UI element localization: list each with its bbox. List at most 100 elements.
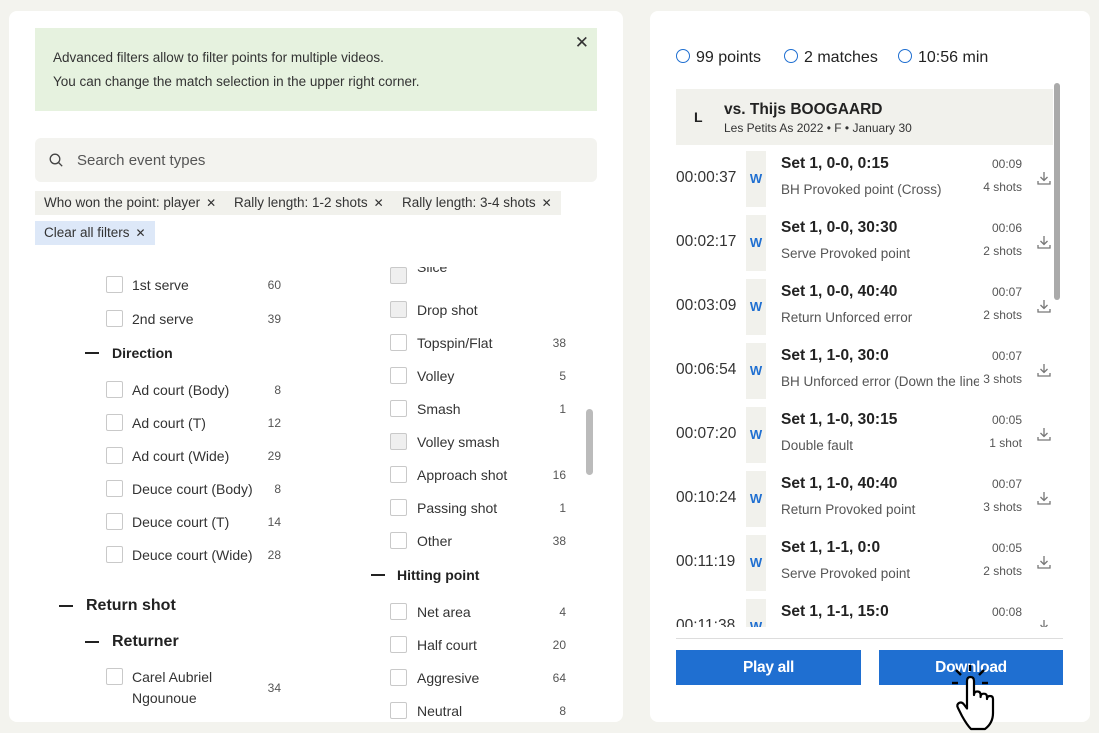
winner-badge: W xyxy=(746,535,766,591)
filter-count: 38 xyxy=(552,336,566,350)
checkbox[interactable] xyxy=(106,480,123,497)
point-time: 00:03:09 xyxy=(676,297,737,314)
winner-badge: W xyxy=(746,151,766,207)
filter-label: 1st serve xyxy=(132,277,189,293)
filter-label: Ad court (T) xyxy=(132,415,206,431)
filter-label: Neutral xyxy=(417,703,463,719)
point-shots: 1 shot xyxy=(989,436,1022,450)
point-desc: Return Provoked point xyxy=(781,502,916,517)
clear-all-filters-button[interactable]: Clear all filters ✕ xyxy=(35,221,155,245)
collapse-icon[interactable] xyxy=(59,605,73,607)
checkbox[interactable] xyxy=(390,702,407,719)
checkbox[interactable] xyxy=(106,381,123,398)
filter-label: Aggresive xyxy=(417,670,480,686)
checkbox[interactable] xyxy=(106,310,123,327)
search-input[interactable] xyxy=(77,138,577,182)
checkbox[interactable] xyxy=(390,603,407,620)
download-icon[interactable] xyxy=(1036,362,1052,378)
info-line-1: Advanced filters allow to filter points … xyxy=(53,50,384,65)
download-icon[interactable] xyxy=(1036,490,1052,506)
point-duration: 00:09 xyxy=(991,157,1022,171)
point-score: Set 1, 1-0, 30:0 xyxy=(781,347,889,364)
point-shots: 3 shots xyxy=(983,500,1022,514)
checkbox[interactable] xyxy=(390,400,407,417)
filter-label: Net area xyxy=(417,604,471,620)
checkbox[interactable] xyxy=(106,513,123,530)
list-item[interactable]: 00:11:19 W Set 1, 1-1, 0:0 Serve Provoke… xyxy=(676,529,1056,593)
checkbox[interactable] xyxy=(106,668,123,685)
point-time: 00:06:54 xyxy=(676,361,737,378)
download-icon[interactable] xyxy=(1036,554,1052,570)
collapse-icon[interactable] xyxy=(371,574,385,576)
point-desc: BH Provoked point (Cross) xyxy=(781,182,942,197)
checkbox[interactable] xyxy=(390,367,407,384)
hand-cursor-icon xyxy=(952,665,995,731)
scrollbar[interactable] xyxy=(1054,83,1060,300)
point-duration: 00:07 xyxy=(991,285,1022,299)
checkbox[interactable] xyxy=(106,447,123,464)
checkbox[interactable] xyxy=(390,334,407,351)
chip-label: Rally length: 3-4 shots xyxy=(402,195,536,210)
checkbox[interactable] xyxy=(390,267,407,284)
checkbox[interactable] xyxy=(390,532,407,549)
list-item[interactable]: 00:02:17 W Set 1, 0-0, 30:30 Serve Provo… xyxy=(676,209,1056,273)
point-time: 00:11:19 xyxy=(676,553,736,570)
filter-count: 64 xyxy=(552,671,566,685)
point-time: 00:02:17 xyxy=(676,233,737,250)
checkbox[interactable] xyxy=(390,636,407,653)
point-time: 00:07:20 xyxy=(676,425,737,442)
filter-label: Ad court (Body) xyxy=(132,382,230,398)
filter-count: 34 xyxy=(267,681,281,695)
filter-count: 14 xyxy=(267,515,281,529)
list-item[interactable]: 00:00:37 W Set 1, 0-0, 0:15 BH Provoked … xyxy=(676,145,1056,209)
collapse-icon[interactable] xyxy=(85,641,99,643)
point-shots: 3 shots xyxy=(983,372,1022,386)
remove-chip-icon[interactable]: ✕ xyxy=(374,196,384,210)
point-shots: 4 shots xyxy=(983,180,1022,194)
download-icon[interactable] xyxy=(1036,298,1052,314)
group-header-hitting-point: Hitting point xyxy=(397,567,480,583)
close-icon[interactable]: ✕ xyxy=(575,33,589,53)
checkbox[interactable] xyxy=(106,276,123,293)
download-icon[interactable] xyxy=(1036,170,1052,186)
close-icon[interactable]: ✕ xyxy=(136,226,146,240)
checkbox[interactable] xyxy=(390,466,407,483)
point-duration: 00:05 xyxy=(991,541,1022,555)
filter-count: 20 xyxy=(552,638,566,652)
checkbox[interactable] xyxy=(106,546,123,563)
info-line-2: You can change the match selection in th… xyxy=(53,74,420,89)
download-icon[interactable] xyxy=(1036,618,1052,627)
list-item[interactable]: 00:07:20 W Set 1, 1-0, 30:15 Double faul… xyxy=(676,401,1056,465)
checkbox[interactable] xyxy=(390,499,407,516)
winner-badge: W xyxy=(746,599,766,627)
list-item[interactable]: 00:10:24 W Set 1, 1-0, 40:40 Return Prov… xyxy=(676,465,1056,529)
point-duration: 00:05 xyxy=(991,413,1022,427)
info-banner: Advanced filters allow to filter points … xyxy=(35,28,597,111)
group-header-direction: Direction xyxy=(112,345,173,361)
remove-chip-icon[interactable]: ✕ xyxy=(542,196,552,210)
point-shots: 2 shots xyxy=(983,308,1022,322)
list-item[interactable]: 00:11:38 W Set 1, 1-1, 15:0 00:08 xyxy=(676,593,1056,627)
match-meta: Les Petits As 2022 • F • January 30 xyxy=(724,121,912,135)
list-item[interactable]: 00:06:54 W Set 1, 1-0, 30:0 BH Unforced … xyxy=(676,337,1056,401)
list-item[interactable]: 00:03:09 W Set 1, 0-0, 40:40 Return Unfo… xyxy=(676,273,1056,337)
filter-count: 1 xyxy=(559,501,566,515)
filter-tree: 1st serve 60 2nd serve 39 Direction Ad c… xyxy=(9,264,623,722)
filter-count: 60 xyxy=(267,278,281,292)
match-header[interactable]: L vs. Thijs BOOGAARD Les Petits As 2022 … xyxy=(676,89,1053,145)
search-bar[interactable] xyxy=(35,138,597,182)
play-all-button[interactable]: Play all xyxy=(676,650,861,685)
checkbox[interactable] xyxy=(390,669,407,686)
filter-label: Passing shot xyxy=(417,500,498,516)
remove-chip-icon[interactable]: ✕ xyxy=(206,196,216,210)
scrollbar[interactable] xyxy=(586,409,593,475)
checkbox[interactable] xyxy=(106,414,123,431)
checkbox[interactable] xyxy=(390,433,407,450)
filter-label: Smash xyxy=(417,401,461,417)
download-icon[interactable] xyxy=(1036,234,1052,250)
checkbox[interactable] xyxy=(390,301,407,318)
matches-count: 2 matches xyxy=(784,49,878,67)
collapse-icon[interactable] xyxy=(85,352,99,354)
download-icon[interactable] xyxy=(1036,426,1052,442)
point-score: Set 1, 1-1, 15:0 xyxy=(781,603,889,620)
